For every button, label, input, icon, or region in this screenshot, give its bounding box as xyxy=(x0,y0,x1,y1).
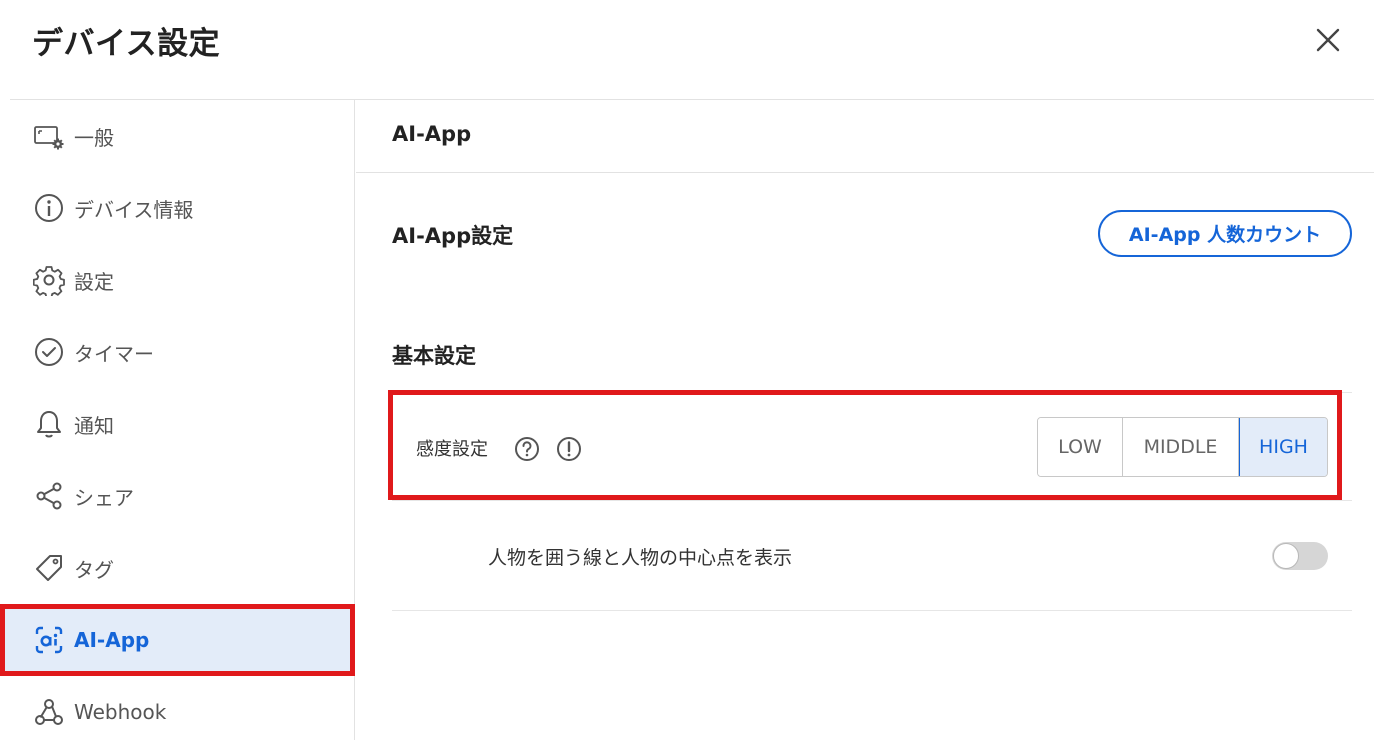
toggle-knob xyxy=(1273,543,1299,569)
sidebar-item-label: 一般 xyxy=(74,125,114,150)
sidebar-item-label: 通知 xyxy=(74,413,114,438)
gear-icon xyxy=(33,264,65,296)
sensitivity-label: 感度設定 xyxy=(416,439,488,460)
sidebar-item-label: Webhook xyxy=(74,700,167,724)
bounding-box-toggle[interactable] xyxy=(1272,542,1328,570)
sidebar-item-label: 設定 xyxy=(74,269,114,294)
question-circle-icon[interactable] xyxy=(514,436,540,462)
dialog-title: デバイス設定 xyxy=(32,26,221,62)
sidebar-item-tag[interactable]: タグ xyxy=(0,532,355,604)
row-divider xyxy=(392,500,1352,501)
people-count-button[interactable]: AI-App 人数カウント xyxy=(1098,210,1352,257)
sidebar-item-ai-app[interactable]: AI-App xyxy=(0,604,355,676)
subsection-title: 基本設定 xyxy=(392,344,476,368)
row-divider xyxy=(392,610,1352,611)
section-title: AI-App設定 xyxy=(392,224,514,248)
ai-app-icon xyxy=(33,624,65,656)
sidebar-item-label: シェア xyxy=(74,485,134,510)
sensitivity-option-middle[interactable]: MIDDLE xyxy=(1123,418,1239,476)
sidebar-item-device-info[interactable]: デバイス情報 xyxy=(0,172,355,244)
clock-icon xyxy=(33,336,65,368)
bell-icon xyxy=(33,408,65,440)
info-icon xyxy=(33,192,65,224)
sensitivity-row: 感度設定 LOW MIDDLE HIGH xyxy=(388,390,1342,500)
sensitivity-option-high[interactable]: HIGH xyxy=(1239,418,1327,476)
sidebar-item-timer[interactable]: タイマー xyxy=(0,316,355,388)
bounding-box-toggle-label: 人物を囲う線と人物の中心点を表示 xyxy=(488,547,793,569)
sidebar-item-notification[interactable]: 通知 xyxy=(0,388,355,460)
panel-header-divider xyxy=(356,172,1374,173)
sidebar-item-label: タイマー xyxy=(74,341,154,366)
sidebar-item-label: デバイス情報 xyxy=(74,197,194,222)
sidebar-item-general[interactable]: 一般 xyxy=(0,100,355,172)
main-panel: AI-App AI-App設定 AI-App 人数カウント 基本設定 感度設定 … xyxy=(356,100,1374,740)
sidebar: 一般 デバイス情報 設定 タイマー 通知 シェア タグ AI-App Webho… xyxy=(0,100,355,740)
webhook-icon xyxy=(33,696,65,728)
sidebar-item-webhook[interactable]: Webhook xyxy=(0,676,355,740)
tag-icon xyxy=(33,552,65,584)
close-button[interactable] xyxy=(1310,22,1346,58)
sidebar-item-settings[interactable]: 設定 xyxy=(0,244,355,316)
sensitivity-option-low[interactable]: LOW xyxy=(1038,418,1123,476)
device-gear-icon xyxy=(33,120,65,152)
sidebar-item-share[interactable]: シェア xyxy=(0,460,355,532)
panel-header: AI-App xyxy=(392,122,472,146)
sensitivity-selector: LOW MIDDLE HIGH xyxy=(1037,417,1328,477)
share-icon xyxy=(33,480,65,512)
sidebar-item-label: AI-App xyxy=(74,628,150,652)
sidebar-item-label: タグ xyxy=(74,557,114,582)
close-icon xyxy=(1316,28,1340,52)
exclamation-circle-icon[interactable] xyxy=(556,436,582,462)
